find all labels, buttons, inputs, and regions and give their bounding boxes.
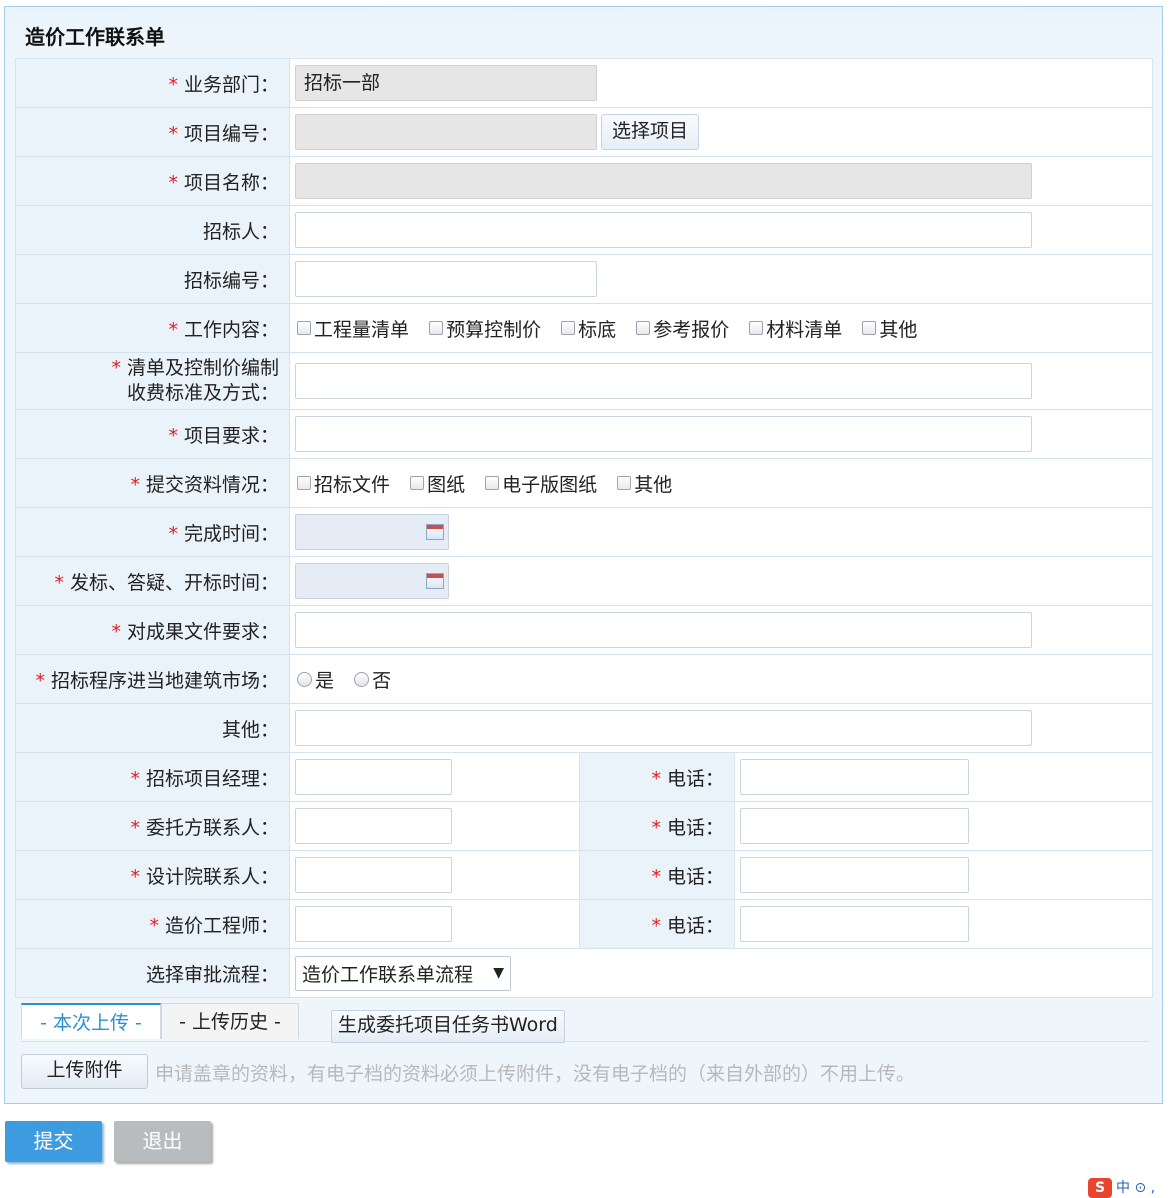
checkbox-work-other[interactable]: 其他 — [860, 315, 917, 342]
tenderer-label: 招标人： — [15, 205, 290, 255]
upload-attachment-button[interactable]: 上传附件 — [21, 1054, 148, 1089]
page-title: 造价工作联系单 — [25, 25, 165, 49]
contact-form-table: * 业务部门： 招标一部 * 项目编号： 选择项目 * 项目名称： 招标人： 招标编号… — [15, 58, 1153, 998]
approval-flow-select[interactable]: 造价工作联系单流程 ▼ — [295, 955, 511, 991]
checkbox-reference-quote[interactable]: 参考报价 — [634, 315, 729, 342]
manager-phone-input[interactable] — [740, 759, 969, 795]
upload-hint: 申请盖章的资料，有电子档的资料必须上传附件，没有电子档的（来自外部的）不用上传。 — [155, 1063, 916, 1085]
other-input[interactable] — [295, 710, 1032, 746]
client-contact-label: * 委托方联系人： — [15, 801, 290, 851]
checkbox-bill-of-quantities[interactable]: 工程量清单 — [295, 315, 409, 342]
work-content-group: 工程量清单 预算控制价 标底 参考报价 材料清单 其他 — [289, 303, 1153, 353]
phone-label: * 电话： — [579, 801, 735, 851]
tender-no-input[interactable] — [295, 261, 597, 297]
fee-input[interactable] — [295, 363, 1032, 399]
generate-word-button[interactable]: 生成委托项目任务书Word — [331, 1010, 565, 1043]
work-content-label: * 工作内容： — [15, 303, 290, 353]
phone-label: * 电话： — [579, 752, 735, 802]
client-contact-input[interactable] — [295, 808, 452, 844]
manager-label: * 招标项目经理： — [15, 752, 290, 802]
engineer-phone-input[interactable] — [740, 906, 969, 942]
materials-label: * 提交资料情况： — [15, 458, 290, 508]
cost-engineer-input[interactable] — [295, 906, 452, 942]
cost-engineer-label: * 造价工程师： — [15, 899, 290, 949]
local-market-group: 是 否 — [289, 654, 1153, 704]
manager-input[interactable] — [295, 759, 452, 795]
ime-toolbar[interactable]: S中 ⊙ , — [1088, 1177, 1155, 1198]
project-name-label: * 项目名称： — [15, 156, 290, 206]
calendar-icon[interactable] — [426, 573, 444, 589]
checkbox-base-price[interactable]: 标底 — [559, 315, 616, 342]
finish-time-date-input[interactable] — [295, 514, 449, 550]
design-phone-input[interactable] — [740, 857, 969, 893]
tab-upload-history[interactable]: - 上传历史 - — [161, 1003, 299, 1039]
phone-label: * 电话： — [579, 899, 735, 949]
exit-button[interactable]: 退出 — [114, 1121, 211, 1162]
tender-no-label: 招标编号： — [15, 254, 290, 304]
approval-label: 选择审批流程： — [15, 948, 290, 998]
checkbox-material-list[interactable]: 材料清单 — [747, 315, 842, 342]
tab-current-upload[interactable]: - 本次上传 - — [21, 1003, 161, 1039]
checkbox-materials-other[interactable]: 其他 — [615, 470, 672, 497]
finish-time-label: * 完成时间： — [15, 507, 290, 557]
upload-tabs: - 本次上传 - - 上传历史 - 生成委托项目任务书Word — [21, 1003, 1149, 1043]
upload-row: 上传附件 申请盖章的资料，有电子档的资料必须上传附件，没有电子档的（来自外部的）… — [21, 1054, 1149, 1089]
tenderer-input[interactable] — [295, 212, 1032, 248]
checkbox-tender-docs[interactable]: 招标文件 — [295, 470, 390, 497]
bid-time-date-input[interactable] — [295, 563, 449, 599]
other-label: 其他： — [15, 703, 290, 753]
materials-group: 招标文件 图纸 电子版图纸 其他 — [289, 458, 1153, 508]
design-contact-input[interactable] — [295, 857, 452, 893]
client-phone-input[interactable] — [740, 808, 969, 844]
dept-field[interactable]: 招标一部 — [295, 65, 597, 101]
fee-label: * 清单及控制价编制 收费标准及方式： — [15, 352, 290, 410]
local-market-label: * 招标程序进当地建筑市场： — [15, 654, 290, 704]
calendar-icon[interactable] — [426, 524, 444, 540]
project-no-field[interactable] — [295, 114, 597, 150]
result-req-label: * 对成果文件要求： — [15, 605, 290, 655]
requirement-input[interactable] — [295, 416, 1032, 452]
select-project-button[interactable]: 选择项目 — [601, 114, 700, 150]
dropdown-arrow-icon: ▼ — [493, 965, 504, 981]
radio-yes[interactable]: 是 — [295, 666, 334, 693]
submit-button[interactable]: 提交 — [5, 1121, 102, 1162]
checkbox-drawings[interactable]: 图纸 — [408, 470, 465, 497]
result-req-input[interactable] — [295, 612, 1032, 648]
dept-label: * 业务部门： — [15, 58, 290, 108]
phone-label: * 电话： — [579, 850, 735, 900]
project-name-field[interactable] — [295, 163, 1032, 199]
requirement-label: * 项目要求： — [15, 409, 290, 459]
project-no-label: * 项目编号： — [15, 107, 290, 157]
bid-time-label: * 发标、答疑、开标时间： — [15, 556, 290, 606]
checkbox-budget-control-price[interactable]: 预算控制价 — [427, 315, 541, 342]
contact-form-panel: 造价工作联系单 * 业务部门： 招标一部 * 项目编号： 选择项目 * 项目名称： 招… — [4, 6, 1163, 1104]
radio-no[interactable]: 否 — [352, 666, 391, 693]
checkbox-e-drawings[interactable]: 电子版图纸 — [483, 470, 597, 497]
sogou-logo-icon: S — [1088, 1178, 1112, 1198]
design-contact-label: * 设计院联系人： — [15, 850, 290, 900]
